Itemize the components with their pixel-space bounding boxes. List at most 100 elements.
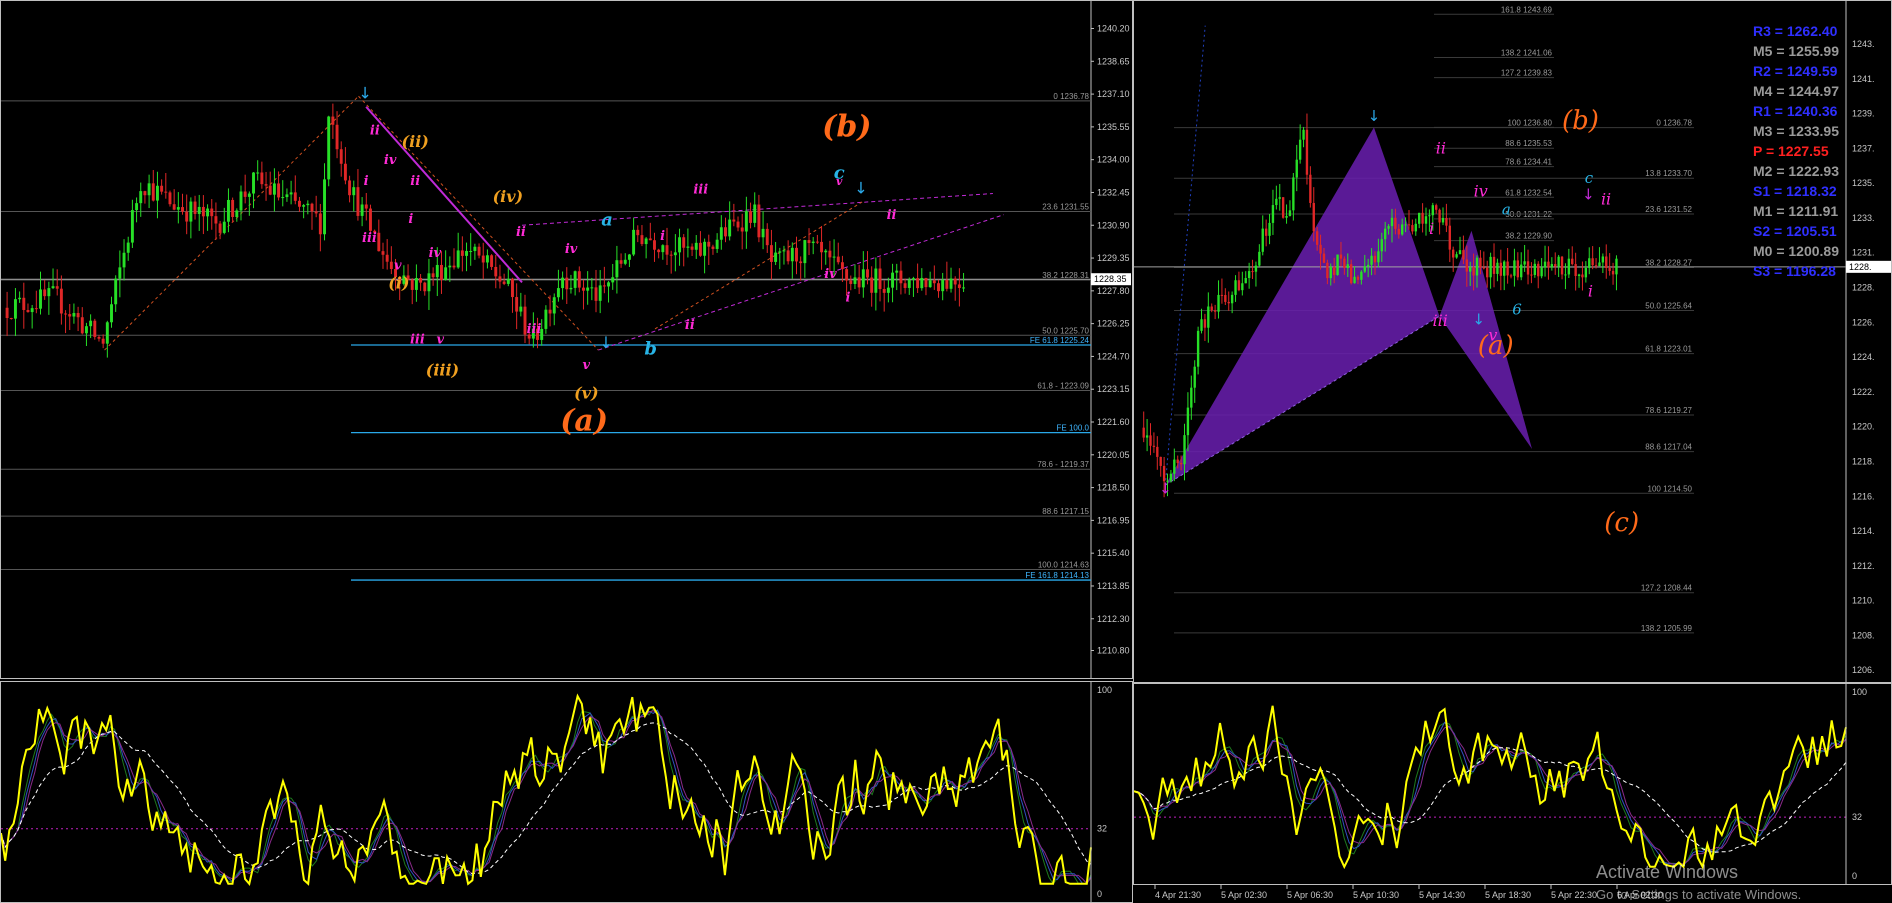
right-price-candle [1428,215,1431,217]
right-price-candle [1397,228,1400,235]
pivot-level-p: P = 1227.55 [1752,143,1829,159]
left-price-candle [435,264,439,278]
osc-y-tick-label: 100 [1852,687,1867,697]
pivot-level-m0: M0 = 1200.89 [1752,243,1839,259]
left-price-candle [189,201,193,222]
y-tick-label: 1212.30 [1097,614,1130,624]
right-price-candle [1322,253,1326,263]
osc-signal-line [1134,721,1847,866]
fib-level-label: 78.6 1234.41 [1505,158,1552,167]
left-price-candle [744,211,748,232]
left-price-candle [870,277,874,293]
fib-level-label: 138.2 1205.99 [1641,624,1693,633]
left-price-candle [201,206,205,217]
right-price-candle [1268,222,1271,236]
left-price-candle [916,278,920,289]
x-tick-label: 5 Apr 10:30 [1353,890,1399,900]
fib-level-label: 0 1236.78 [1656,119,1692,128]
left-price-candle [911,278,915,280]
right-price-candle [1179,463,1183,465]
left-price-panel[interactable]: 0 1236.78 23.6 1231.55 38.2 1228.31 50.0 12… [0,0,1133,679]
left-price-candle [289,192,293,195]
left-price-candle [327,116,331,180]
right-price-candle [1370,255,1373,265]
right-price-candle [1448,225,1451,250]
left-price-candle [5,307,9,319]
y-tick-label: 1241. [1852,74,1875,84]
pivot-level-r2: R2 = 1249.59 [1752,63,1838,79]
left-price-candle [498,276,502,282]
right-price-candle [1159,456,1162,466]
right-price-candle [1438,209,1441,223]
left-price-candle [648,238,652,241]
left-price-candle [352,187,356,196]
y-tick-label: 1235.55 [1097,122,1130,132]
left-price-candle [343,163,347,181]
right-price-candle [1241,283,1244,291]
left-price-candle [26,309,30,313]
y-tick-label: 1215.40 [1097,548,1130,558]
left-price-candle [456,250,460,268]
x-tick-label: 5 Apr 18:30 [1485,890,1531,900]
left-oscillator-panel[interactable]: 100 32 0 [0,681,1133,903]
y-tick-label: 1216. [1852,491,1875,501]
right-price-candle [1288,210,1292,216]
left-price-candle [573,271,577,288]
left-price-candle [193,201,197,214]
right-price-candle [1516,260,1520,278]
wave-label: ii [1601,189,1611,208]
wave-label: i [364,174,369,189]
left-price-candle [845,269,849,281]
fib-level-label: 23.6 1231.55 [1042,203,1089,212]
right-price-candle [1465,259,1468,272]
osc-y-tick-label: 0 [1097,889,1102,899]
right-price-candle [1377,251,1380,263]
right-oscillator-panel[interactable]: 100 32 0 [1133,683,1892,885]
left-price-candle [310,203,314,212]
y-tick-label: 1229.35 [1097,253,1130,263]
right-price-candle [1608,268,1611,271]
left-price-candle [168,192,172,205]
left-price-candle [619,260,623,264]
left-price-candle [139,191,143,204]
left-price-candle [272,183,276,195]
osc-y-tick-label: 0 [1852,871,1857,881]
right-price-candle [1550,264,1554,268]
trend-line [358,95,599,351]
right-price-candle [1251,271,1254,273]
wave-label: iii [1432,311,1447,330]
wave-label: 6 [1512,300,1522,318]
left-price-candle [611,277,615,283]
left-price-candle [502,281,506,284]
osc-main-line [1134,705,1847,870]
right-price-candle [1326,262,1329,279]
left-price-candle [519,306,523,312]
right-price-candle [1193,366,1196,388]
left-price-candle [59,288,63,314]
right-price-candle [1281,197,1285,218]
left-oscillator-chart: 100 32 0 [1,682,1112,902]
wave-label: iv [824,267,837,282]
y-tick-label: 1237.10 [1097,89,1130,99]
wave-label: ii [887,208,897,223]
wave-label: v [583,358,591,373]
wave-label: c [1585,169,1594,187]
y-tick-label: 1238.65 [1097,56,1130,66]
wave-label: ii [1436,139,1446,158]
left-price-candle [707,241,711,247]
left-price-candle [172,204,176,210]
wave-label: iv [565,242,578,257]
left-price-candle [828,250,832,258]
right-price-candle [1584,267,1588,278]
left-price-candle [331,116,335,125]
right-price-panel[interactable]: 161.8 1243.69 138.2 1241.06 127.2 1239.83 1… [1133,0,1892,683]
left-price-candle [757,204,761,238]
right-price-candle [1207,306,1210,328]
left-price-candle [444,267,448,281]
x-tick-label: 5 Apr 06:30 [1287,890,1333,900]
left-price-candle [937,283,940,292]
fib-level-label: 161.8 1243.69 [1501,5,1553,14]
left-price-candle [653,240,656,250]
right-price-candle [1554,264,1557,267]
left-price-candle [490,255,494,267]
